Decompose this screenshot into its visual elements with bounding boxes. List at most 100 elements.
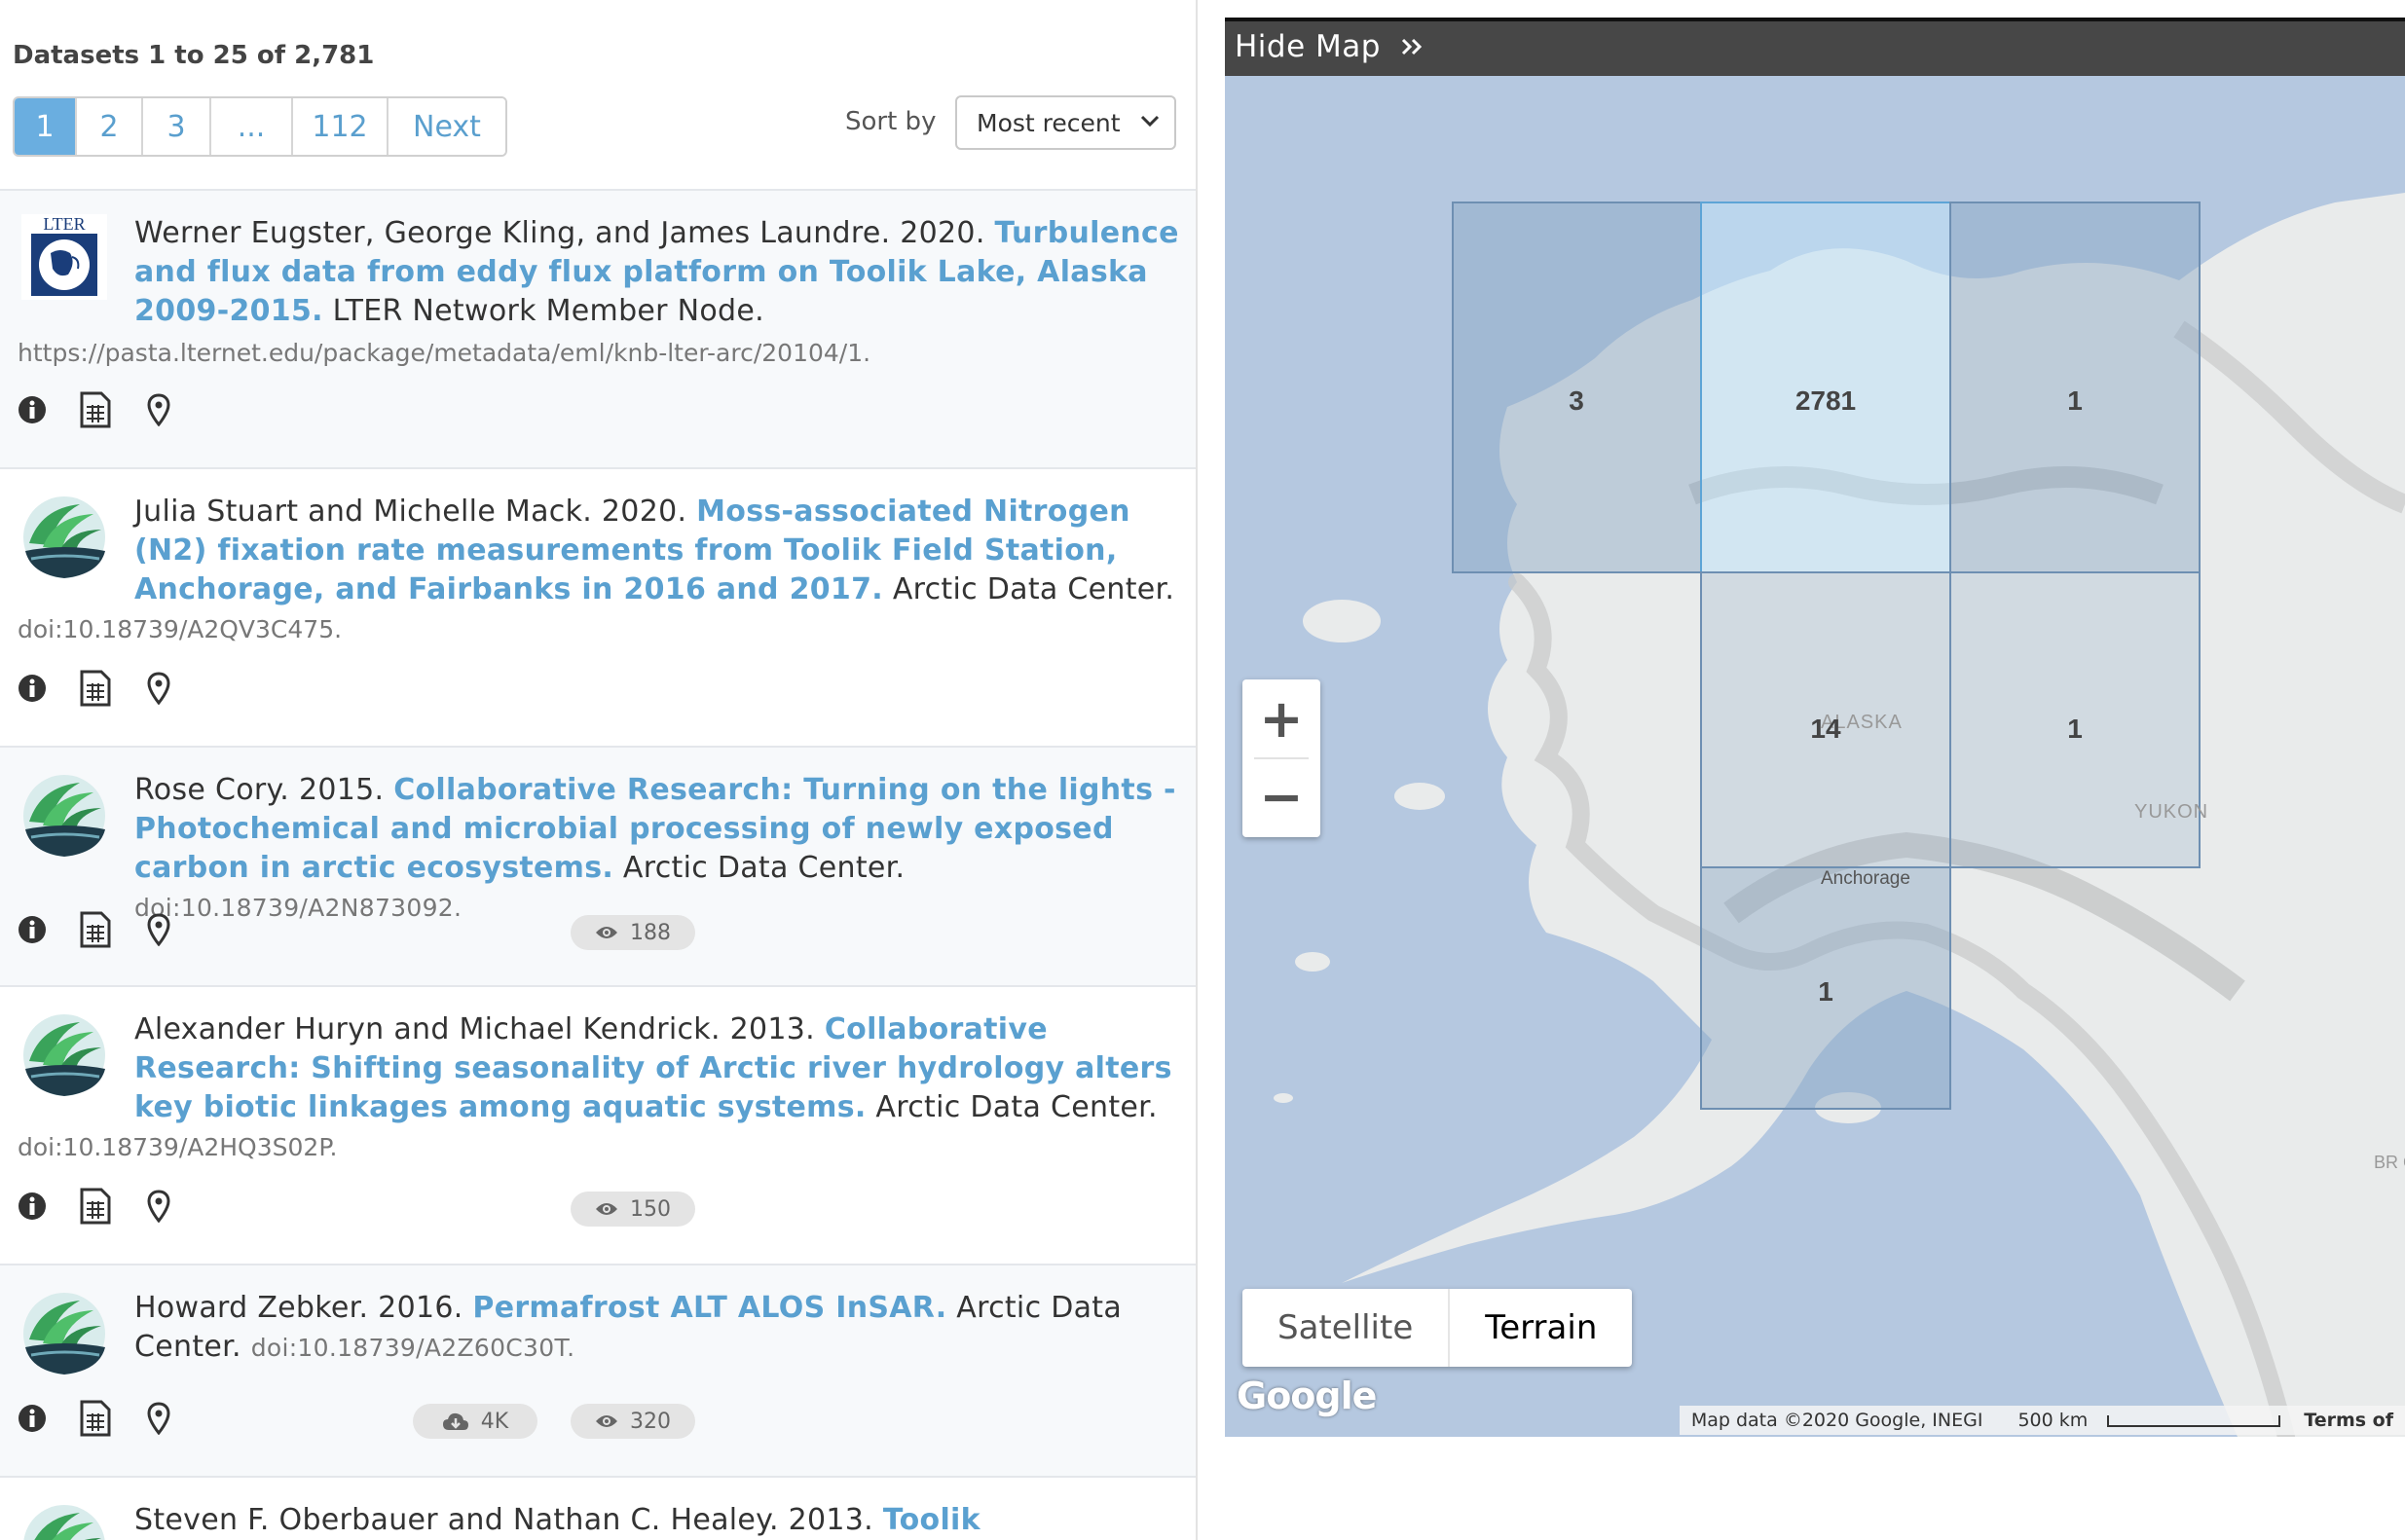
info-icon[interactable] (16, 1400, 49, 1437)
cluster-count[interactable]: 2781 (1795, 385, 1856, 416)
dataset-identifier: doi:10.18739/A2N873092. (134, 894, 462, 922)
citation: Werner Eugster, George Kling, and James … (134, 214, 1186, 331)
info-icon[interactable] (16, 911, 49, 948)
map-marker-icon[interactable] (142, 911, 175, 948)
views-badge: 150 (571, 1192, 695, 1227)
citation: Alexander Huryn and Michael Kendrick. 20… (134, 1010, 1186, 1127)
citation-authors: Howard Zebker. 2016. (134, 1291, 473, 1325)
pagination: 1 2 3 ... 112 Next (13, 96, 507, 157)
map-place-label: YUKON (2134, 801, 2208, 823)
panel-divider[interactable] (1196, 0, 1198, 1540)
citation: Howard Zebker. 2016. Permafrost ALT ALOS… (134, 1289, 1186, 1368)
citation-authors: Rose Cory. 2015. (134, 773, 394, 807)
page-3-button[interactable]: 3 (143, 98, 211, 155)
cluster-count[interactable]: 14 (1810, 714, 1841, 744)
page-2-button[interactable]: 2 (77, 98, 143, 155)
zoom-in-button[interactable]: + (1242, 679, 1320, 757)
map-canvas[interactable]: ALASKA YUKON Anchorage BR COL 3 2781 1 1… (1225, 76, 2405, 1437)
cluster-count[interactable]: 1 (2067, 714, 2083, 744)
map-marker-icon[interactable] (142, 1188, 175, 1225)
terms-link[interactable]: Terms of (2292, 1410, 2405, 1431)
map-place-label: Anchorage (1821, 868, 1910, 889)
eye-icon (596, 927, 617, 938)
eye-icon (596, 1415, 617, 1427)
metadata-table-icon[interactable] (79, 1400, 112, 1437)
citation: Julia Stuart and Michelle Mack. 2020. Mo… (134, 493, 1186, 609)
sort-select-value: Most recent (977, 108, 1121, 137)
result-actions (16, 1400, 175, 1437)
cluster-count[interactable]: 1 (1818, 976, 1833, 1007)
result-item: Alexander Huryn and Michael Kendrick. 20… (0, 985, 1196, 1264)
result-actions (16, 911, 175, 948)
satellite-button[interactable]: Satellite (1242, 1289, 1451, 1367)
map-attribution: Map data ©2020 Google, INEGI 500 km Term… (1679, 1406, 2405, 1435)
result-item: Rose Cory. 2015. Collaborative Research:… (0, 746, 1196, 985)
metadata-table-icon[interactable] (79, 391, 112, 428)
dataset-identifier: doi:10.18739/A2HQ3S02P. (18, 1133, 338, 1161)
arctic-data-center-logo (23, 1014, 105, 1096)
info-icon[interactable] (16, 1188, 49, 1225)
sort-label: Sort by (845, 107, 937, 136)
info-icon[interactable] (16, 670, 49, 707)
terrain-map: ALASKA YUKON Anchorage BR COL 3 2781 1 1… (1225, 76, 2405, 1437)
result-actions (16, 391, 175, 428)
map-marker-icon[interactable] (142, 670, 175, 707)
search-results-panel: Datasets 1 to 25 of 2,781 1 2 3 ... 112 … (0, 0, 1196, 1540)
map-data-credit[interactable]: Map data ©2020 Google, INEGI (1680, 1410, 1995, 1431)
citation: Rose Cory. 2015. Collaborative Research:… (134, 771, 1186, 928)
scale-label: 500 km (2017, 1410, 2089, 1431)
map-header-bar: Hide Map (1225, 18, 2405, 76)
dataset-title-link[interactable]: Permafrost ALT ALOS InSAR. (472, 1291, 946, 1325)
views-count: 320 (630, 1409, 671, 1434)
eye-icon (596, 1203, 617, 1215)
dataset-identifier: https://pasta.lternet.edu/package/metada… (18, 339, 871, 367)
dataset-identifier: doi:10.18739/A2Z60C30T. (250, 1334, 575, 1362)
page-1-button[interactable]: 1 (15, 98, 77, 155)
views-count: 150 (630, 1196, 671, 1222)
downloads-count: 4K (480, 1409, 509, 1434)
citation-authors: Julia Stuart and Michelle Mack. 2020. (134, 495, 697, 529)
cluster-count[interactable]: 3 (1569, 385, 1584, 416)
metadata-table-icon[interactable] (79, 911, 112, 948)
page-ellipsis: ... (211, 98, 293, 155)
dataset-identifier: doi:10.18739/A2QV3C475. (18, 615, 343, 643)
sort-select[interactable]: Most recent (955, 95, 1176, 150)
google-logo: Google (1237, 1375, 1377, 1417)
result-item: Steven F. Oberbauer and Nathan C. Healey… (0, 1476, 1196, 1540)
arctic-data-center-logo (23, 775, 105, 857)
views-badge: 188 (571, 915, 695, 950)
map-scale: 500 km (1994, 1410, 2292, 1431)
map-type-control: Satellite Terrain (1242, 1289, 1633, 1367)
result-item: Howard Zebker. 2016. Permafrost ALT ALOS… (0, 1264, 1196, 1476)
zoom-out-button[interactable]: − (1242, 757, 1320, 835)
result-actions (16, 1188, 175, 1225)
arctic-data-center-logo (23, 496, 105, 578)
terrain-button[interactable]: Terrain (1450, 1289, 1632, 1367)
citation-authors: Steven F. Oberbauer and Nathan C. Healey… (134, 1503, 883, 1537)
citation: Steven F. Oberbauer and Nathan C. Healey… (134, 1501, 1186, 1540)
metadata-table-icon[interactable] (79, 670, 112, 707)
arctic-data-center-logo (23, 1505, 105, 1540)
info-icon[interactable] (16, 391, 49, 428)
map-place-label: BR COL (2374, 1153, 2405, 1172)
arctic-data-center-logo (23, 1293, 105, 1375)
cluster-count[interactable]: 1 (2067, 385, 2083, 416)
result-actions (16, 670, 175, 707)
hide-map-label: Hide Map (1235, 29, 1381, 64)
views-count: 188 (630, 920, 671, 945)
metadata-table-icon[interactable] (79, 1188, 112, 1225)
scale-bar (2107, 1414, 2281, 1427)
result-item: LTER Werner Eugster, George Kling, and J… (0, 189, 1196, 467)
page-112-button[interactable]: 112 (293, 98, 388, 155)
citation-repository: Arctic Data Center. (882, 572, 1175, 606)
double-chevron-right-icon (1402, 38, 1423, 55)
next-page-button[interactable]: Next (388, 98, 505, 155)
downloads-badge: 4K (413, 1404, 537, 1439)
dataset-title-link[interactable]: Toolik (883, 1503, 980, 1537)
lter-logo: LTER (21, 214, 107, 300)
results-count: Datasets 1 to 25 of 2,781 (13, 41, 375, 70)
hide-map-toggle[interactable]: Hide Map (1235, 29, 1425, 64)
citation-repository: Arctic Data Center. (613, 851, 906, 885)
map-marker-icon[interactable] (142, 1400, 175, 1437)
map-marker-icon[interactable] (142, 391, 175, 428)
